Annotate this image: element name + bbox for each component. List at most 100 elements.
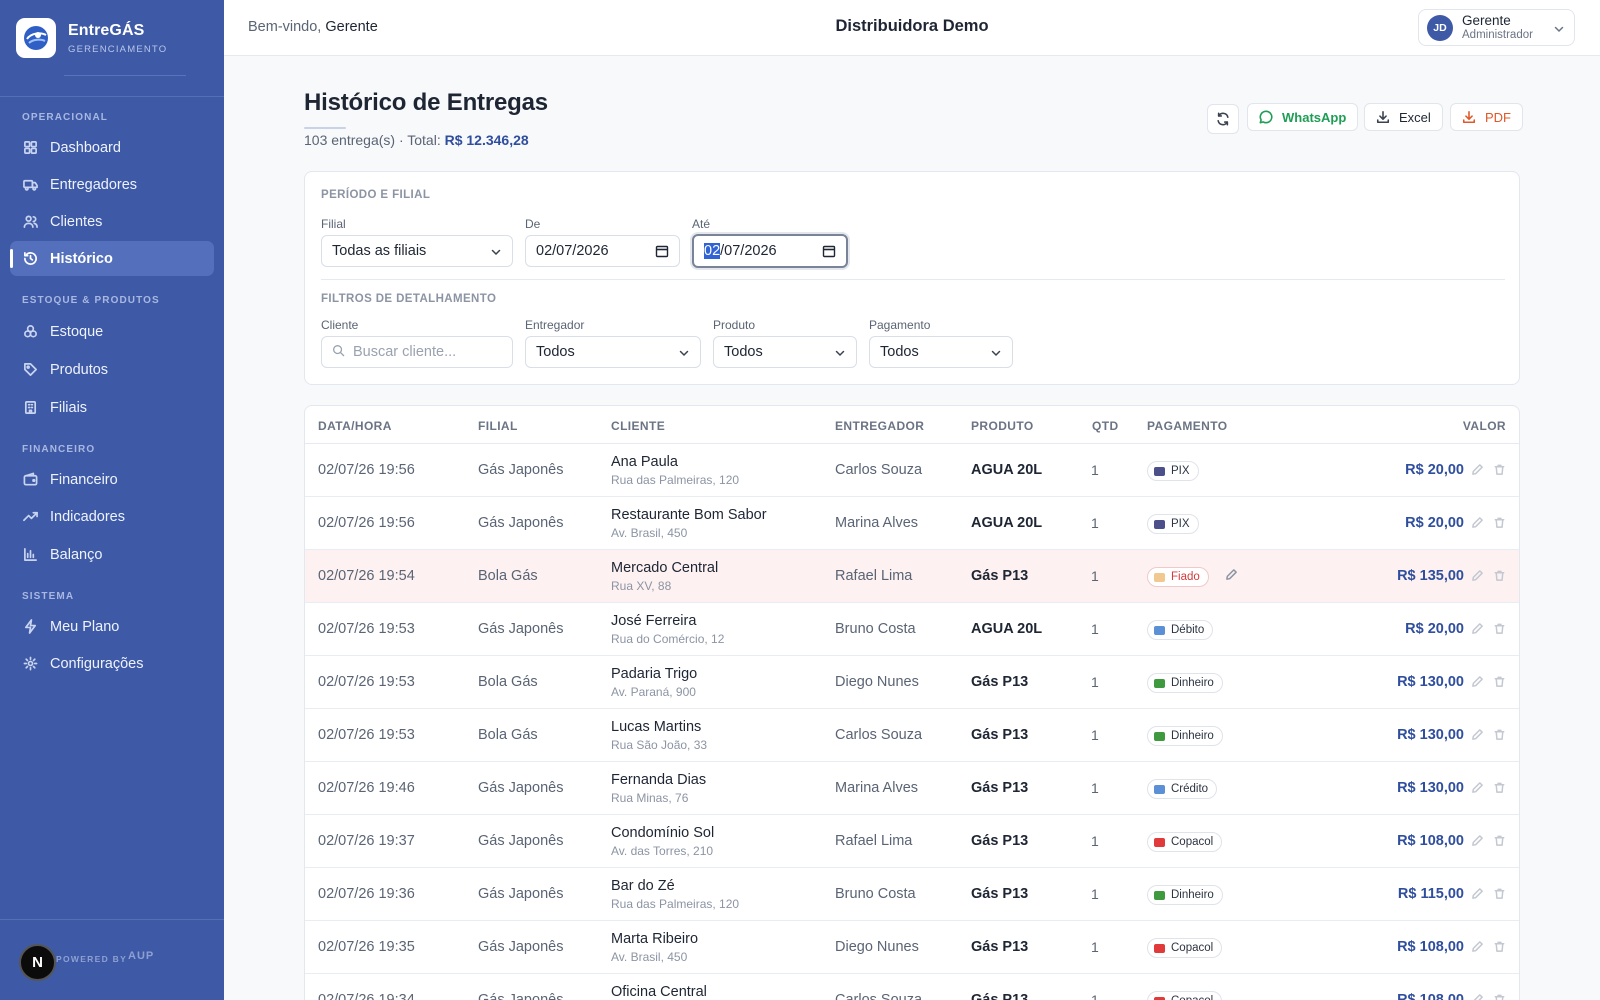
sidebar-item-indicadores[interactable]: Indicadores (10, 499, 214, 534)
entregador-label: Entregador (525, 318, 585, 332)
sidebar-item-label: Produtos (50, 361, 109, 378)
th-cliente[interactable]: CLIENTE (611, 419, 665, 433)
table-row[interactable]: 02/07/26 19:36 Gás Japonês Bar do Zé Rua da… (305, 868, 1519, 921)
pagamento-label: Pagamento (869, 318, 931, 332)
edit-icon[interactable] (1471, 569, 1484, 587)
pdf-button[interactable]: PDF (1450, 103, 1523, 131)
edit-icon[interactable] (1471, 728, 1484, 746)
brand[interactable]: EntreGÁS GERENCIAMENTO (16, 18, 167, 58)
date-to-input[interactable]: 02/07/2026 (692, 234, 848, 268)
table-row[interactable]: 02/07/26 19:56 Gás Japonês Ana Paula Rua da… (305, 444, 1519, 497)
cell-data-hora: 02/07/26 19:36 (318, 886, 415, 902)
chevron-down-icon (990, 347, 1002, 363)
trash-icon[interactable] (1493, 728, 1506, 746)
trash-icon[interactable] (1493, 622, 1506, 640)
sidebar-item-historico[interactable]: Histórico (10, 241, 214, 276)
table-row[interactable]: 02/07/26 19:53 Bola Gás Lucas Martins Rua S… (305, 709, 1519, 762)
sidebar-item-configuracoes[interactable]: Configurações (10, 646, 214, 681)
cell-data-hora: 02/07/26 19:54 (318, 568, 415, 584)
sidebar-item-produtos[interactable]: Produtos (10, 352, 214, 387)
th-valor[interactable]: VALOR (1463, 419, 1506, 433)
trash-icon[interactable] (1493, 516, 1506, 534)
cell-produto: Gás P13 (971, 727, 1029, 743)
cell-entregador: Carlos Souza (835, 727, 923, 743)
history-icon (22, 251, 38, 267)
edit-icon[interactable] (1471, 516, 1484, 534)
sidebar-item-financeiro[interactable]: Financeiro (10, 462, 214, 497)
th-pagamento[interactable]: PAGAMENTO (1147, 419, 1228, 433)
trash-icon[interactable] (1493, 569, 1506, 587)
filial-select[interactable]: Todas as filiais (321, 235, 513, 267)
dev-tools-badge[interactable]: N (19, 944, 56, 981)
cell-qtd: 1 (1091, 515, 1099, 531)
edit-icon[interactable] (1471, 887, 1484, 905)
payment-method-icon (1154, 731, 1165, 741)
edit-icon[interactable] (1471, 781, 1484, 799)
sidebar-item-balanco[interactable]: Balanço (10, 537, 214, 572)
sidebar-item-estoque[interactable]: Estoque (10, 314, 214, 349)
th-entregador[interactable]: ENTREGADOR (835, 419, 924, 433)
trash-icon[interactable] (1493, 463, 1506, 481)
edit-icon[interactable] (1471, 675, 1484, 693)
excel-button[interactable]: Excel (1364, 103, 1443, 131)
refresh-button[interactable] (1207, 104, 1239, 134)
trash-icon[interactable] (1493, 940, 1506, 958)
welcome-text: Bem-vindo, Gerente (248, 19, 378, 35)
user-name: Gerente (1462, 12, 1511, 28)
cell-filial: Gás Japonês (478, 780, 564, 796)
trash-icon[interactable] (1493, 675, 1506, 693)
edit-payment-icon[interactable] (1225, 568, 1238, 586)
cliente-search-input[interactable]: Buscar cliente... (321, 336, 513, 368)
sidebar-item-filiais[interactable]: Filiais (10, 390, 214, 425)
edit-icon[interactable] (1471, 940, 1484, 958)
calendar-icon (822, 244, 836, 262)
table-row[interactable]: 02/07/26 19:35 Gás Japonês Marta Ribeiro Av… (305, 921, 1519, 974)
payment-method-icon (1154, 943, 1165, 953)
table-row[interactable]: 02/07/26 19:56 Gás Japonês Restaurante Bom… (305, 497, 1519, 550)
pagamento-value: Todos (880, 344, 919, 360)
th-produto[interactable]: PRODUTO (971, 419, 1034, 433)
trash-icon[interactable] (1493, 834, 1506, 852)
trash-icon[interactable] (1493, 781, 1506, 799)
detail-section-title: FILTROS DE DETALHAMENTO (321, 293, 497, 305)
cliente-label: Cliente (321, 318, 359, 332)
date-from-input[interactable]: 02/07/2026 (525, 235, 680, 267)
th-data-hora[interactable]: DATA/HORA (318, 419, 392, 433)
sidebar-item-label: Configurações (50, 655, 144, 672)
table-row[interactable]: 02/07/26 19:34 Gás Japonês Oficina Central… (305, 974, 1519, 1000)
cell-produto: Gás P13 (971, 780, 1029, 796)
th-qtd[interactable]: QTD (1092, 419, 1119, 433)
table-row[interactable]: 02/07/26 19:54 Bola Gás Mercado Central Rua… (305, 550, 1519, 603)
payment-method-icon (1154, 678, 1165, 688)
trash-icon[interactable] (1493, 887, 1506, 905)
produto-select[interactable]: Todos (713, 336, 857, 368)
pagamento-select[interactable]: Todos (869, 336, 1013, 368)
edit-icon[interactable] (1471, 622, 1484, 640)
refresh-icon (1217, 112, 1229, 126)
edit-icon[interactable] (1471, 463, 1484, 481)
edit-icon[interactable] (1471, 993, 1484, 1000)
table-row[interactable]: 02/07/26 19:53 Bola Gás Padaria Trigo Av. P… (305, 656, 1519, 709)
entregador-value: Todos (536, 344, 575, 360)
cell-produto: Gás P13 (971, 674, 1029, 690)
sidebar-item-clientes[interactable]: Clientes (10, 204, 214, 239)
sidebar-item-dashboard[interactable]: Dashboard (10, 130, 214, 165)
user-menu[interactable]: JD Gerente Administrador (1418, 9, 1575, 46)
sidebar-item-entregadores[interactable]: Entregadores (10, 167, 214, 202)
cell-cliente-address: Rua das Palmeiras, 120 (611, 473, 740, 487)
whatsapp-button[interactable]: WhatsApp (1247, 103, 1359, 131)
download-icon (1462, 110, 1476, 124)
delivery-count: 103 entrega(s) · Total: (304, 132, 441, 148)
nav-section-operacional: OPERACIONAL (22, 112, 108, 123)
table-row[interactable]: 02/07/26 19:53 Gás Japonês José Ferreira Ru… (305, 603, 1519, 656)
sidebar-item-meu-plano[interactable]: Meu Plano (10, 609, 214, 644)
entregador-select[interactable]: Todos (525, 336, 701, 368)
table-row[interactable]: 02/07/26 19:37 Gás Japonês Condomínio Sol A… (305, 815, 1519, 868)
cell-cliente-name: Ana Paula (611, 454, 678, 470)
table-row[interactable]: 02/07/26 19:46 Gás Japonês Fernanda Dias Ru… (305, 762, 1519, 815)
th-filial[interactable]: FILIAL (478, 419, 518, 433)
trash-icon[interactable] (1493, 993, 1506, 1000)
edit-icon[interactable] (1471, 834, 1484, 852)
payment-label: Dinheiro (1171, 889, 1214, 901)
tag-icon (22, 362, 38, 378)
